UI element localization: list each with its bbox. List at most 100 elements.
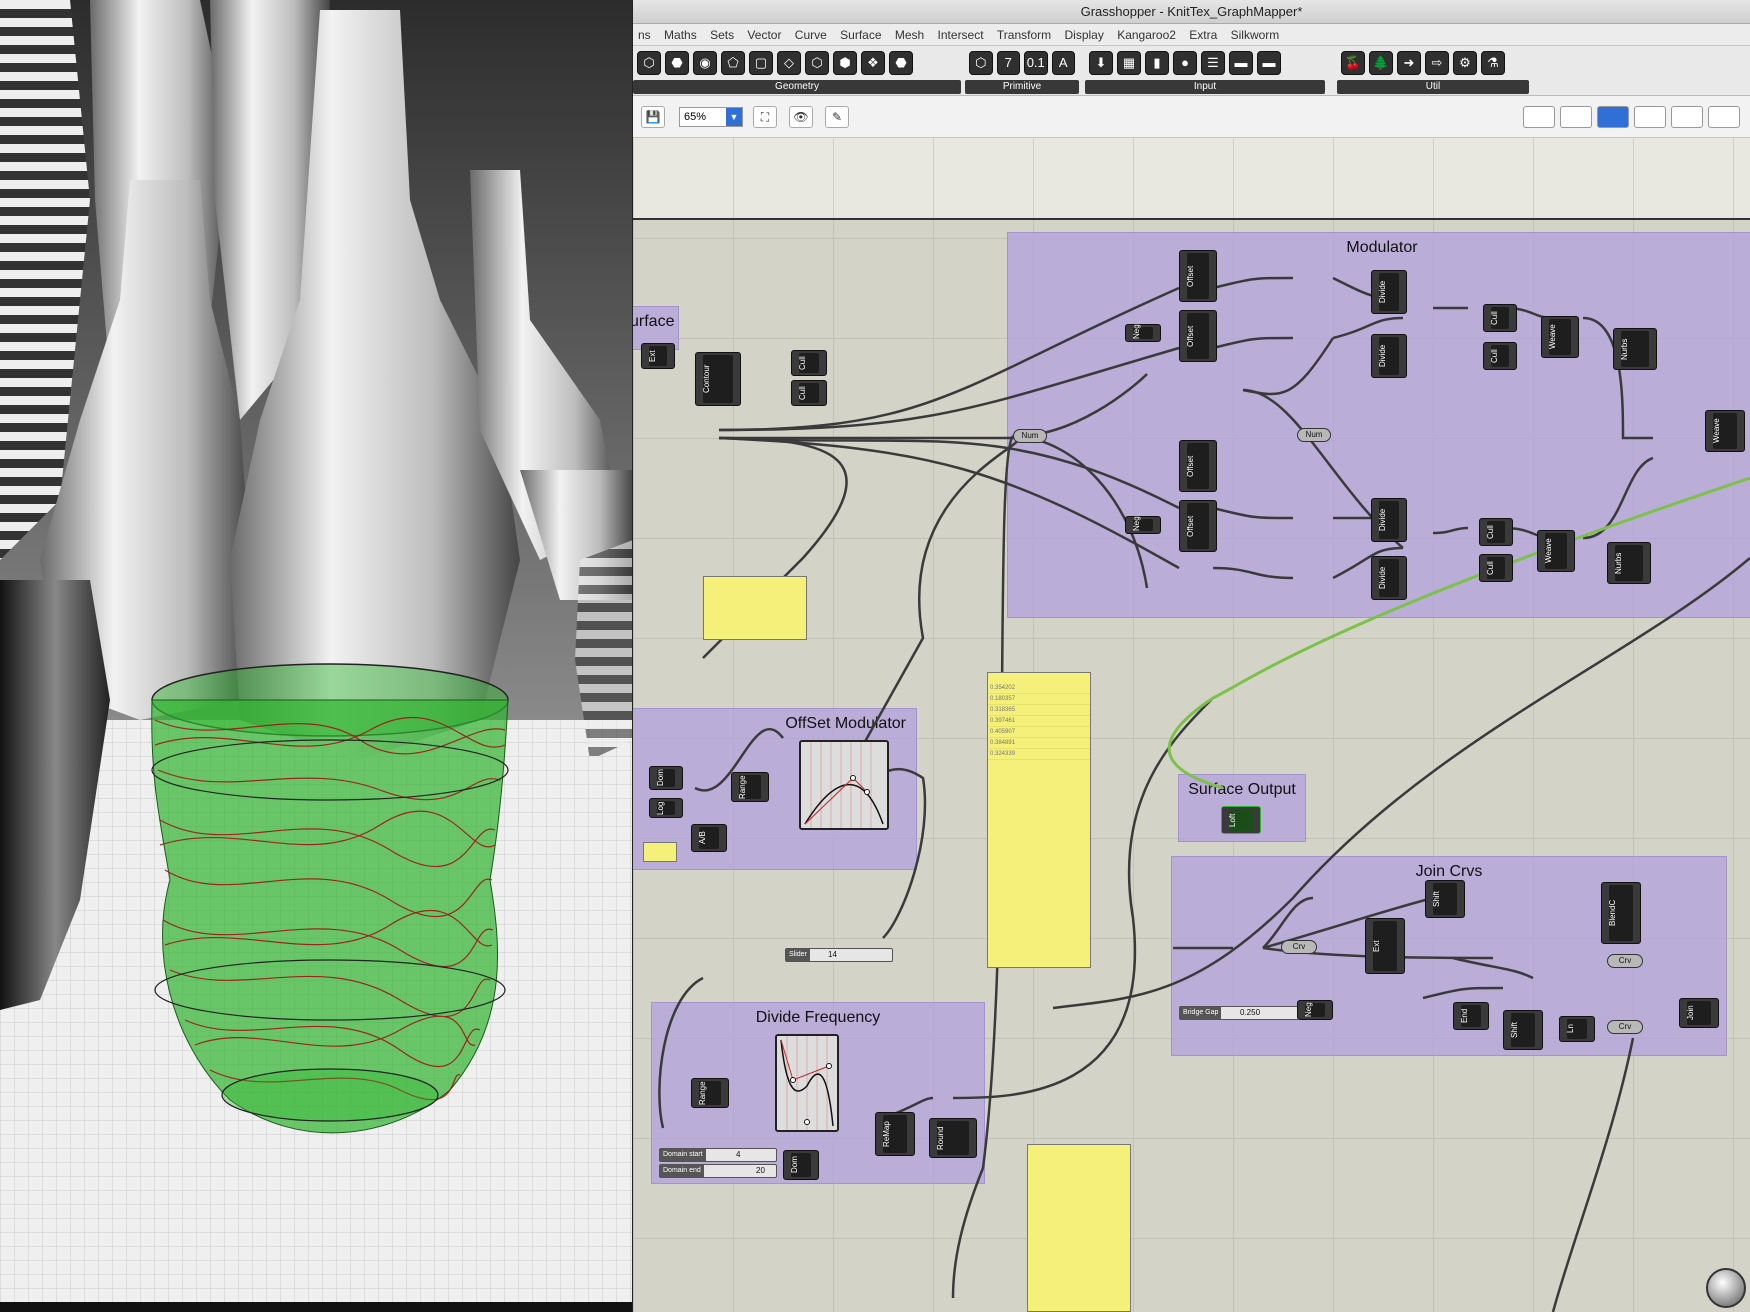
menu-vector[interactable]: Vector <box>742 24 786 46</box>
bottom-panel[interactable] <box>1027 1144 1131 1312</box>
preview-mesh-icon[interactable] <box>1671 106 1703 128</box>
domain-component[interactable]: Dom <box>649 766 683 790</box>
input-param-icon[interactable]: ☰ <box>1201 51 1225 75</box>
loft-component[interactable]: Loft <box>1221 806 1261 834</box>
offset-component[interactable]: Offset <box>1179 310 1217 362</box>
integer-param-icon[interactable]: 7 <box>996 51 1020 75</box>
bridge-gap-slider[interactable]: Bridge Gap 0.250 <box>1179 1006 1299 1020</box>
range-component[interactable]: Range <box>691 1078 729 1108</box>
geometry-param-icon[interactable]: ❖ <box>861 51 885 75</box>
yellow-panel-small[interactable] <box>643 842 677 862</box>
rhino-viewport[interactable] <box>0 0 633 1312</box>
sketch-pen-icon[interactable]: ✎ <box>825 106 849 128</box>
menu-surface[interactable]: Surface <box>835 24 886 46</box>
preview-selected-icon[interactable] <box>1597 106 1629 128</box>
negative-component[interactable]: Neg <box>1125 516 1161 534</box>
division-component[interactable]: A/B <box>691 824 727 852</box>
menu-maths[interactable]: Maths <box>659 24 702 46</box>
domain-start-slider[interactable]: Domain start 4 <box>659 1148 777 1162</box>
cherry-icon[interactable]: 🍒 <box>1341 51 1365 75</box>
divide-component[interactable]: Divide <box>1371 270 1407 314</box>
end-points-component[interactable]: End <box>1453 1002 1489 1030</box>
menu-intersect[interactable]: Intersect <box>933 24 989 46</box>
cull-component[interactable]: Cull <box>1479 554 1513 582</box>
menu-transform[interactable]: Transform <box>992 24 1056 46</box>
offset-component[interactable]: Offset <box>1179 250 1217 302</box>
ribbon-label-geometry[interactable]: Geometry <box>633 80 961 94</box>
geometry-param-icon[interactable]: ⬠ <box>721 51 745 75</box>
menu-kangaroo2[interactable]: Kangaroo2 <box>1112 24 1181 46</box>
geometry-param-icon[interactable]: ◉ <box>693 51 717 75</box>
preview-colour-icon[interactable] <box>1634 106 1666 128</box>
geometry-param-icon[interactable]: ◇ <box>777 51 801 75</box>
log-component[interactable]: Log <box>649 798 683 818</box>
preview-shaded-icon[interactable] <box>1560 106 1592 128</box>
preview-wireframe-icon[interactable] <box>1523 106 1555 128</box>
cull-component[interactable]: Cull <box>791 380 827 406</box>
eye-icon[interactable]: 👁 <box>789 106 813 128</box>
graph-mapper[interactable] <box>775 1034 839 1132</box>
menu-params[interactable]: ns <box>633 24 656 46</box>
grasshopper-canvas[interactable]: urface Modulator OffSet Modulator Surfac… <box>633 138 1750 1312</box>
input-param-icon[interactable]: ▬ <box>1257 51 1281 75</box>
line-component[interactable]: Ln <box>1559 1016 1595 1042</box>
menu-mesh[interactable]: Mesh <box>890 24 929 46</box>
shift-list-component[interactable]: Shift <box>1503 1010 1543 1050</box>
menu-curve[interactable]: Curve <box>790 24 832 46</box>
yellow-panel[interactable] <box>703 576 807 640</box>
domain-component[interactable]: Dom <box>783 1150 819 1180</box>
offset-component[interactable]: Offset <box>1179 500 1217 552</box>
weave-component[interactable]: Weave <box>1705 410 1745 452</box>
cull-component[interactable]: Cull <box>1483 304 1517 332</box>
geometry-param-icon[interactable]: ⬢ <box>833 51 857 75</box>
range-component[interactable]: Range <box>731 772 769 802</box>
explode-component[interactable]: Ext <box>1365 918 1405 974</box>
navigation-orb-icon[interactable] <box>1706 1268 1746 1308</box>
input-param-icon[interactable]: ⬇ <box>1089 51 1113 75</box>
contour-component[interactable]: Contour <box>695 352 741 406</box>
arrow-outline-icon[interactable]: ⇨ <box>1425 51 1449 75</box>
offset-component[interactable]: Offset <box>1179 440 1217 492</box>
input-param-icon[interactable]: ▮ <box>1145 51 1169 75</box>
cluster-icon[interactable]: ⚙ <box>1453 51 1477 75</box>
curve-param[interactable]: Crv <box>1607 1020 1643 1034</box>
cull-component[interactable]: Cull <box>791 350 827 376</box>
primitive-param-icon[interactable]: ⬡ <box>969 51 993 75</box>
input-param-icon[interactable]: ▦ <box>1117 51 1141 75</box>
nurbs-curve-component[interactable]: Nurbs <box>1607 542 1651 584</box>
ribbon-label-util[interactable]: Util <box>1337 80 1529 94</box>
cull-component[interactable]: Cull <box>1483 342 1517 370</box>
weave-component[interactable]: Weave <box>1537 530 1575 572</box>
remap-component[interactable]: ReMap <box>875 1112 915 1156</box>
geometry-param-icon[interactable]: ⬡ <box>637 51 661 75</box>
geometry-param-icon[interactable]: ▢ <box>749 51 773 75</box>
curve-param[interactable]: Crv <box>1281 940 1317 954</box>
number-param[interactable]: Num <box>1013 429 1047 443</box>
weave-component[interactable]: Weave <box>1541 316 1579 358</box>
divide-component[interactable]: Divide <box>1371 498 1407 542</box>
number-slider[interactable]: Slider 14 <box>785 948 893 962</box>
curve-param[interactable]: Crv <box>1607 954 1643 968</box>
zoom-extents-icon[interactable]: ⛶ <box>753 106 777 128</box>
save-icon[interactable]: 💾 <box>641 106 665 128</box>
nurbs-curve-component[interactable]: Nurbs <box>1613 328 1657 370</box>
geometry-param-icon[interactable]: ⬡ <box>805 51 829 75</box>
output-panel[interactable]: 0.354202 0.180357 0.318365 0.397461 0.40… <box>987 672 1091 968</box>
shift-list-component[interactable]: Shift <box>1425 880 1465 918</box>
number-param-icon[interactable]: 0.1 <box>1024 51 1048 75</box>
graph-mapper[interactable] <box>799 740 889 830</box>
flask-icon[interactable]: ⚗ <box>1481 51 1505 75</box>
input-param-icon[interactable]: ▬ <box>1229 51 1253 75</box>
preview-settings-icon[interactable] <box>1708 106 1740 128</box>
arrow-right-icon[interactable]: ➜ <box>1397 51 1421 75</box>
domain-end-slider[interactable]: Domain end 20 <box>659 1164 777 1178</box>
zoom-select[interactable]: 65% ▼ <box>679 107 743 127</box>
ribbon-label-input[interactable]: Input <box>1085 80 1325 94</box>
negative-component[interactable]: Neg <box>1125 324 1161 342</box>
menu-sets[interactable]: Sets <box>705 24 739 46</box>
divide-component[interactable]: Divide <box>1371 556 1407 600</box>
geometry-param-icon[interactable]: ⬣ <box>665 51 689 75</box>
text-param-icon[interactable]: A <box>1051 51 1075 75</box>
tree-icon[interactable]: 🌲 <box>1369 51 1393 75</box>
input-param-icon[interactable]: ● <box>1173 51 1197 75</box>
